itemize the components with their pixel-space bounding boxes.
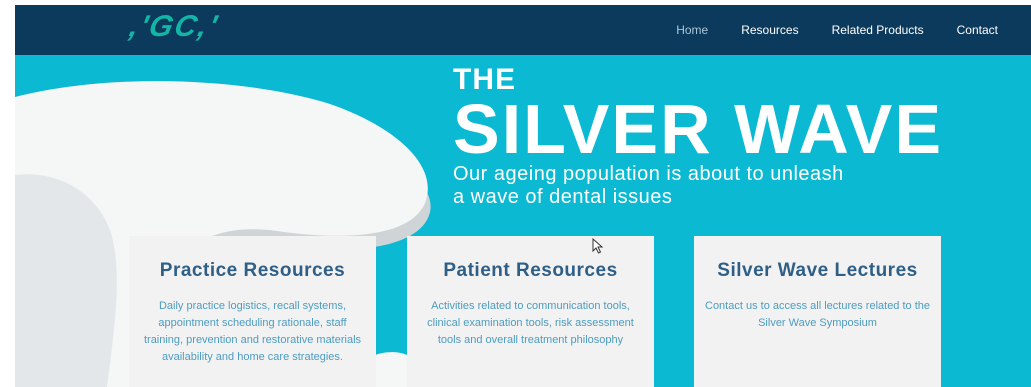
card-description: Contact us to access all lectures relate… xyxy=(705,300,931,329)
card-title: Patient Resources xyxy=(443,260,618,281)
silver-wave-lectures-card[interactable]: Silver Wave Lectures Contact us to acces… xyxy=(694,236,941,387)
mouse-pointer-icon xyxy=(592,238,604,254)
hero-headline: THE SILVER WAVE Our ageing population is… xyxy=(453,65,943,209)
top-navbar: ,'GC,' Home Resources Related Products C… xyxy=(15,5,1031,55)
gc-logo[interactable]: ,'GC,' xyxy=(126,10,222,44)
practice-resources-card[interactable]: Practice Resources Daily practice logist… xyxy=(129,236,376,387)
card-title: Practice Resources xyxy=(159,260,346,281)
patient-resources-card[interactable]: Patient Resources Activities related to … xyxy=(407,236,654,387)
card-title: Silver Wave Lectures xyxy=(717,260,918,281)
main-nav: Home Resources Related Products Contact xyxy=(676,5,1031,55)
card-description: Daily practice logistics, recall systems… xyxy=(143,300,362,363)
headline-silver-wave: SILVER WAVE xyxy=(453,90,944,168)
card-description: Activities related to communication tool… xyxy=(427,300,634,346)
nav-resources-link[interactable]: Resources xyxy=(741,23,798,37)
nav-contact-link[interactable]: Contact xyxy=(957,23,998,37)
hero-banner: THE SILVER WAVE Our ageing population is… xyxy=(15,55,1031,387)
nav-home-link[interactable]: Home xyxy=(676,23,708,37)
headline-subtitle-line2: a wave of dental issues xyxy=(453,186,673,208)
nav-related-products-link[interactable]: Related Products xyxy=(832,23,924,37)
page: ,'GC,' Home Resources Related Products C… xyxy=(0,0,1031,387)
